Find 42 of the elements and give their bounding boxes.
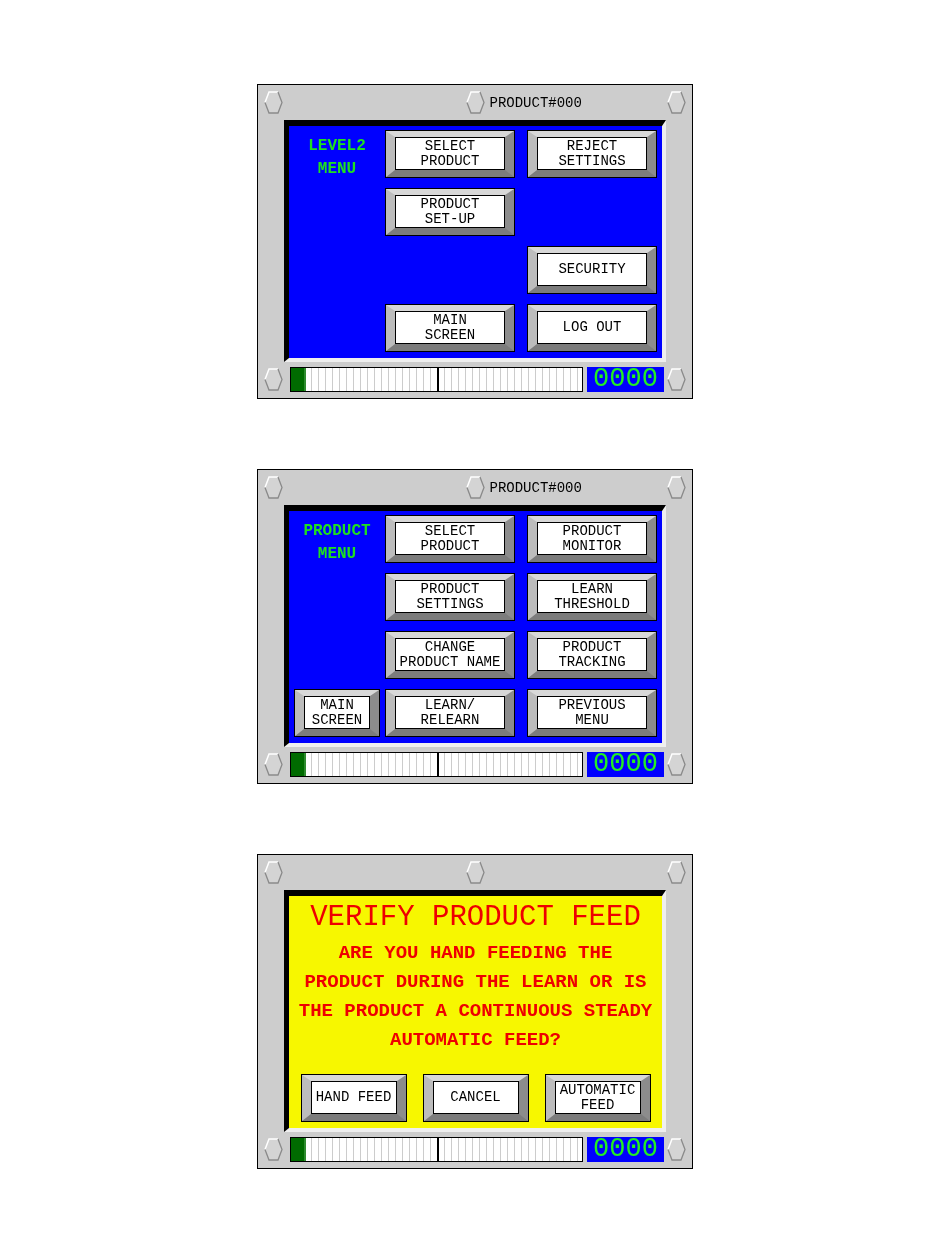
hex-bolt-icon <box>264 476 283 499</box>
menu-button[interactable]: SELECT PRODUCT <box>385 130 515 178</box>
hex-bolt-icon <box>264 368 283 391</box>
dialog-message: ARE YOU HAND FEEDING THE PRODUCT DURING THE LEARN OR IS THE PRODUCT A CONTINUOUS STEADY AUTOMATIC FEED? <box>298 941 653 1053</box>
menu-title: LEVEL2 MENU <box>308 136 366 180</box>
menu-button[interactable]: PRODUCT TRACKING <box>527 631 657 679</box>
hex-bolt-icon <box>667 861 686 884</box>
hex-bolt-icon <box>264 1138 283 1161</box>
counter-display: 0000 <box>587 367 664 392</box>
menu-button[interactable]: SECURITY <box>527 246 657 294</box>
hex-bolt-icon <box>465 861 485 884</box>
hex-bolt-icon <box>264 861 283 884</box>
dialog-button[interactable]: AUTOMATIC FEED <box>544 1074 651 1122</box>
hex-bolt-icon <box>264 91 283 114</box>
product-number-label: PRODUCT#000 <box>489 479 582 496</box>
menu-title: PRODUCT MENU <box>303 521 371 565</box>
dialog-title: VERIFY PRODUCT FEED <box>310 902 641 934</box>
hex-bolt-icon <box>264 753 283 776</box>
counter-display: 0000 <box>587 1137 664 1162</box>
menu-button[interactable]: MAIN SCREEN <box>385 304 515 352</box>
menu-button[interactable]: CHANGE PRODUCT NAME <box>385 631 515 679</box>
hex-bolt-icon <box>667 368 686 391</box>
hex-bolt-icon <box>667 753 686 776</box>
menu-button[interactable]: MAIN SCREEN <box>294 689 380 737</box>
hex-bolt-icon <box>667 91 686 114</box>
counter-display: 0000 <box>587 752 664 777</box>
menu-button[interactable]: LOG OUT <box>527 304 657 352</box>
menu-button[interactable]: PRODUCT MONITOR <box>527 515 657 563</box>
menu-button[interactable]: PREVIOUS MENU <box>527 689 657 737</box>
menu-button[interactable]: PRODUCT SET-UP <box>385 188 515 236</box>
menu-button[interactable]: LEARN THRESHOLD <box>527 573 657 621</box>
hex-bolt-icon <box>465 476 485 499</box>
menu-button[interactable]: PRODUCT SETTINGS <box>385 573 515 621</box>
menu-button[interactable]: SELECT PRODUCT <box>385 515 515 563</box>
dialog-button[interactable]: HAND FEED <box>300 1074 407 1122</box>
menu-button[interactable]: LEARN/ RELEARN <box>385 689 515 737</box>
hex-bolt-icon <box>465 91 485 114</box>
menu-button[interactable]: REJECT SETTINGS <box>527 130 657 178</box>
hex-bolt-icon <box>667 1138 686 1161</box>
hex-bolt-icon <box>667 476 686 499</box>
dialog-button[interactable]: CANCEL <box>422 1074 529 1122</box>
product-number-label: PRODUCT#000 <box>489 94 582 111</box>
